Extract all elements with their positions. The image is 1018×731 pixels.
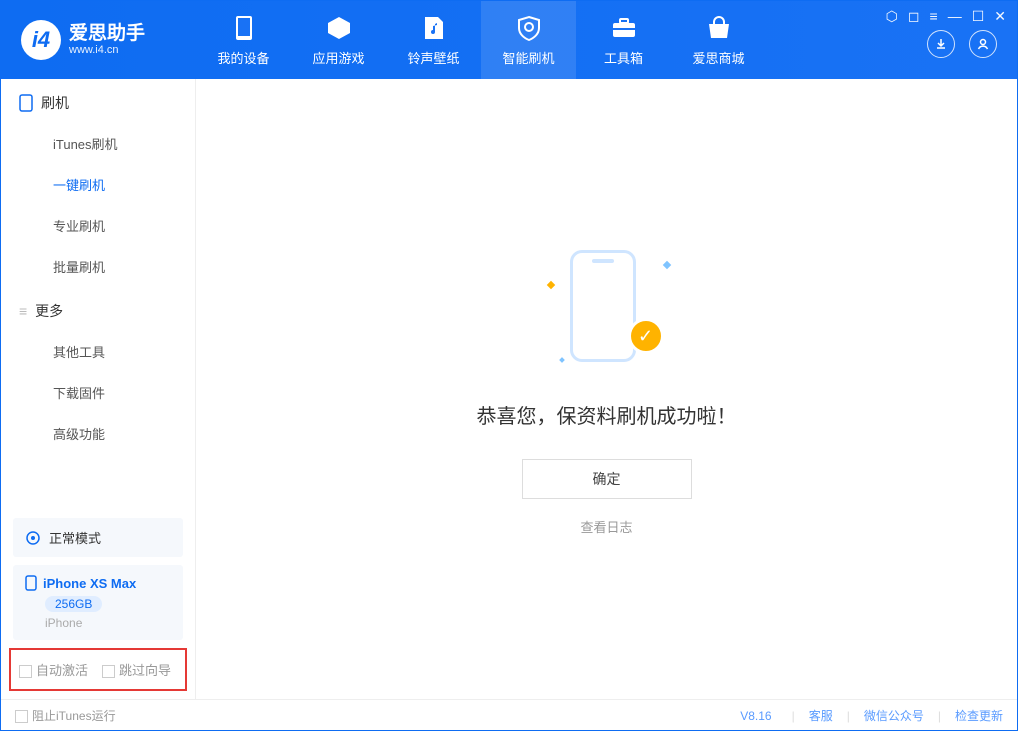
mode-box[interactable]: 正常模式 [13, 518, 183, 557]
sidebar-item-oneclick-flash[interactable]: 一键刷机 [1, 164, 195, 205]
device-icon [19, 94, 33, 112]
sidebar-section-more: ≡ 更多 [1, 287, 195, 331]
main-content: ✓ 恭喜您，保资料刷机成功啦！ 确定 查看日志 [196, 79, 1017, 699]
device-type: iPhone [45, 616, 82, 630]
cube-icon [325, 14, 353, 42]
feedback-icon[interactable]: ◻ [908, 8, 920, 25]
options-highlighted-box: 自动激活 跳过向导 [9, 648, 187, 691]
store-icon [705, 14, 733, 42]
success-message: 恭喜您，保资料刷机成功啦！ [477, 400, 737, 429]
device-capacity: 256GB [45, 596, 102, 612]
phone-icon [230, 14, 258, 42]
phone-small-icon [25, 575, 37, 591]
app-logo-icon: i4 [21, 20, 61, 60]
footer: 阻止iTunes运行 V8.16 | 客服 | 微信公众号 | 检查更新 [1, 699, 1017, 731]
block-itunes-checkbox[interactable]: 阻止iTunes运行 [15, 707, 116, 724]
auto-activate-checkbox[interactable]: 自动激活 [19, 660, 88, 679]
maximize-button[interactable]: ☐ [972, 8, 985, 25]
footer-link-update[interactable]: 检查更新 [955, 707, 1003, 724]
app-name: 爱思助手 [69, 24, 145, 45]
sidebar-item-download-fw[interactable]: 下载固件 [1, 372, 195, 413]
titlebar: i4 爱思助手 www.i4.cn 我的设备 应用游戏 铃声壁纸 智能刷机 工具… [1, 1, 1017, 79]
success-illustration: ✓ [542, 242, 672, 372]
sidebar-item-other-tools[interactable]: 其他工具 [1, 331, 195, 372]
toolbox-icon [610, 14, 638, 42]
view-log-link[interactable]: 查看日志 [580, 517, 632, 536]
version-label: V8.16 [740, 709, 771, 723]
nav-tabs: 我的设备 应用游戏 铃声壁纸 智能刷机 工具箱 爱思商城 [196, 1, 766, 79]
minimize-button[interactable]: — [948, 8, 962, 25]
footer-link-wechat[interactable]: 微信公众号 [864, 707, 924, 724]
window-controls: ⬡ ◻ ≡ — ☐ ✕ [927, 1, 1017, 79]
close-button[interactable]: ✕ [994, 8, 1006, 25]
device-box[interactable]: iPhone XS Max 256GB iPhone [13, 565, 183, 640]
shield-icon [515, 14, 543, 42]
nav-apps[interactable]: 应用游戏 [291, 1, 386, 79]
mode-label: 正常模式 [49, 528, 101, 547]
nav-my-device[interactable]: 我的设备 [196, 1, 291, 79]
sidebar-section-flash: 刷机 [1, 79, 195, 123]
checkmark-badge-icon: ✓ [628, 318, 664, 354]
sidebar-item-advanced[interactable]: 高级功能 [1, 413, 195, 454]
logo-area: i4 爱思助手 www.i4.cn [1, 20, 196, 60]
sidebar: 刷机 iTunes刷机 一键刷机 专业刷机 批量刷机 ≡ 更多 其他工具 下载固… [1, 79, 196, 699]
list-icon: ≡ [19, 303, 27, 319]
ok-button[interactable]: 确定 [522, 459, 692, 499]
tshirt-icon[interactable]: ⬡ [886, 8, 898, 25]
nav-toolbox[interactable]: 工具箱 [576, 1, 671, 79]
refresh-icon [25, 530, 41, 546]
nav-store[interactable]: 爱思商城 [671, 1, 766, 79]
user-button[interactable] [969, 30, 997, 58]
download-button[interactable] [927, 30, 955, 58]
sidebar-item-pro-flash[interactable]: 专业刷机 [1, 205, 195, 246]
nav-ringtones[interactable]: 铃声壁纸 [386, 1, 481, 79]
app-url: www.i4.cn [69, 44, 145, 56]
menu-icon[interactable]: ≡ [930, 8, 938, 25]
sidebar-item-batch-flash[interactable]: 批量刷机 [1, 246, 195, 287]
skip-guide-checkbox[interactable]: 跳过向导 [102, 660, 171, 679]
sidebar-item-itunes-flash[interactable]: iTunes刷机 [1, 123, 195, 164]
device-name: iPhone XS Max [43, 576, 136, 591]
music-file-icon [420, 14, 448, 42]
nav-flash[interactable]: 智能刷机 [481, 1, 576, 79]
footer-link-support[interactable]: 客服 [809, 707, 833, 724]
